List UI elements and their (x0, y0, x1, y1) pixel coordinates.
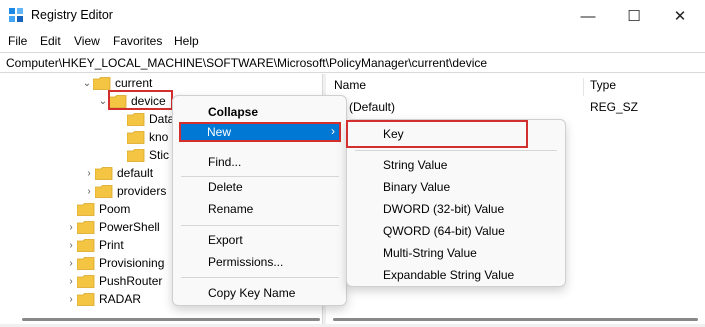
tree-item-pushrouter[interactable]: › PushRouter (65, 272, 162, 290)
menu-edit[interactable]: Edit (40, 34, 61, 48)
menu-item-permissions[interactable]: Permissions... (208, 255, 283, 269)
menu-file[interactable]: File (8, 34, 27, 48)
submenu-item-binary-value[interactable]: Binary Value (383, 180, 450, 194)
minimize-icon: — (580, 7, 596, 25)
tree-label: providers (117, 184, 167, 198)
minimize-button[interactable]: — (565, 0, 611, 32)
tree-item-default[interactable]: › default (83, 164, 153, 182)
title-bar: Registry Editor — ☐ ✕ (0, 0, 705, 32)
registry-editor-icon (9, 8, 23, 22)
address-path[interactable]: Computer\HKEY_LOCAL_MACHINE\SOFTWARE\Mic… (6, 56, 487, 70)
chevron-right-icon[interactable]: › (65, 294, 77, 305)
chevron-right-icon[interactable]: › (83, 186, 95, 197)
menu-favorites[interactable]: Favorites (113, 34, 162, 48)
menu-item-collapse[interactable]: Collapse (208, 105, 258, 119)
tree-label: Stic (149, 148, 170, 162)
chevron-right-icon[interactable]: › (65, 276, 77, 287)
menu-item-rename[interactable]: Rename (208, 202, 253, 216)
folder-icon (77, 292, 95, 306)
tree-item-poom[interactable]: Poom (65, 200, 130, 218)
tree-label: Print (99, 238, 124, 252)
close-button[interactable]: ✕ (657, 0, 703, 32)
chevron-right-icon[interactable]: › (65, 258, 77, 269)
submenu-item-expandable-string-value[interactable]: Expandable String Value (383, 268, 514, 282)
chevron-down-icon[interactable]: ⌄ (81, 78, 93, 89)
menu-view[interactable]: View (74, 34, 100, 48)
tree-item-powershell[interactable]: › PowerShell (65, 218, 160, 236)
menu-separator (181, 176, 339, 177)
menu-item-copy-key-name[interactable]: Copy Key Name (208, 286, 295, 300)
submenu-item-string-value[interactable]: String Value (383, 158, 447, 172)
address-bar[interactable]: Computer\HKEY_LOCAL_MACHINE\SOFTWARE\Mic… (0, 52, 705, 73)
folder-icon (127, 130, 145, 144)
tree-item-child[interactable]: kno (127, 128, 168, 146)
chevron-right-icon: › (331, 124, 335, 138)
tree-item-provisioning[interactable]: › Provisioning (65, 254, 164, 272)
menu-item-export[interactable]: Export (208, 233, 243, 247)
folder-icon (93, 76, 111, 90)
tree-label: Provisioning (99, 256, 165, 270)
tree-label: PushRouter (99, 274, 163, 288)
submenu-item-dword-value[interactable]: DWORD (32-bit) Value (383, 202, 504, 216)
tree-item-providers[interactable]: › providers (83, 182, 166, 200)
tree-label: kno (149, 130, 169, 144)
menu-bar: File Edit View Favorites Help (0, 31, 705, 51)
folder-icon (95, 166, 113, 180)
chevron-right-icon[interactable]: › (65, 222, 77, 233)
window-title: Registry Editor (31, 8, 113, 22)
tree-item-child[interactable]: Data (127, 110, 174, 128)
annotation-box-device (108, 90, 173, 110)
value-name[interactable]: (Default) (349, 100, 395, 114)
annotation-box-key (346, 120, 528, 148)
tree-label: Poom (99, 202, 131, 216)
folder-icon (77, 220, 95, 234)
maximize-button[interactable]: ☐ (611, 0, 657, 32)
folder-icon (127, 112, 145, 126)
folder-icon (77, 274, 95, 288)
tree-label: RADAR (99, 292, 142, 306)
folder-icon (77, 238, 95, 252)
folder-icon (77, 202, 95, 216)
menu-separator (181, 277, 339, 278)
column-header-name[interactable]: Name (334, 78, 366, 92)
chevron-right-icon[interactable]: › (83, 168, 95, 179)
tree-item-radar[interactable]: › RADAR (65, 290, 141, 308)
tree-label: PowerShell (99, 220, 160, 234)
column-header-type[interactable]: Type (590, 78, 616, 92)
menu-help[interactable]: Help (174, 34, 199, 48)
maximize-icon: ☐ (627, 8, 641, 25)
tree-item-print[interactable]: › Print (65, 236, 124, 254)
menu-item-new[interactable]: New › (179, 122, 341, 142)
folder-icon (77, 256, 95, 270)
folder-icon (127, 148, 145, 162)
menu-item-delete[interactable]: Delete (208, 180, 243, 194)
tree-label: current (115, 76, 153, 90)
column-separator[interactable] (583, 78, 584, 96)
submenu-item-qword-value[interactable]: QWORD (64-bit) Value (383, 224, 505, 238)
menu-item-new-label: New (207, 125, 232, 139)
close-icon: ✕ (673, 8, 687, 25)
menu-separator (181, 225, 339, 226)
menu-item-find[interactable]: Find... (208, 155, 241, 169)
tree-horizontal-scrollbar[interactable] (22, 318, 320, 321)
chevron-right-icon[interactable]: › (65, 240, 77, 251)
submenu-item-multi-string-value[interactable]: Multi-String Value (383, 246, 477, 260)
tree-label: default (117, 166, 154, 180)
tree-label: Data (149, 112, 175, 126)
values-horizontal-scrollbar[interactable] (333, 318, 698, 321)
folder-icon (95, 184, 113, 198)
value-type: REG_SZ (590, 100, 639, 114)
tree-item-child[interactable]: Stic (127, 146, 169, 164)
menu-separator (355, 150, 557, 151)
